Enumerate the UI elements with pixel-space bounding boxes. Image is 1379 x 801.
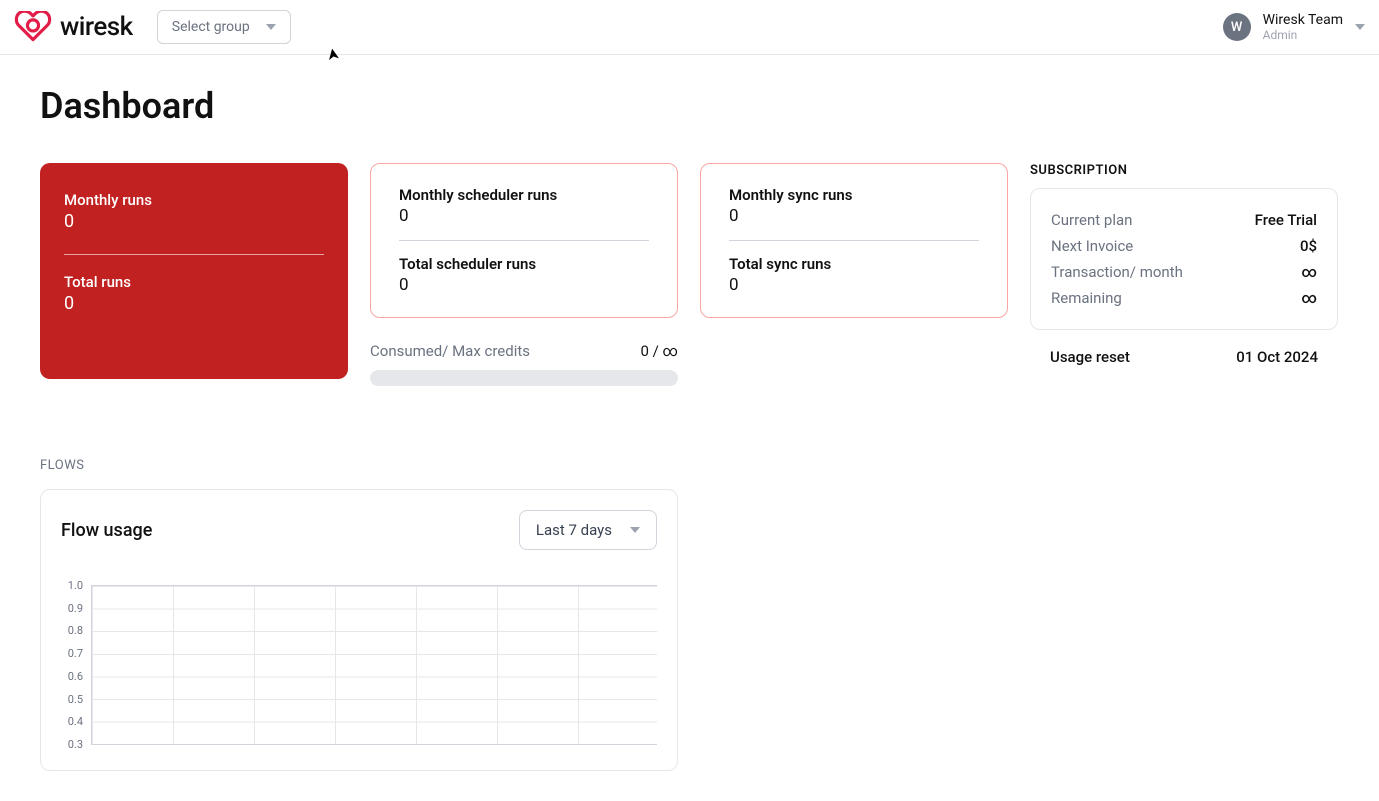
chart-grid [91,585,657,745]
chevron-down-icon [630,527,640,533]
y-axis-ticks: 1.0 0.9 0.8 0.7 0.6 0.5 0.4 0.3 [61,580,83,750]
y-tick: 0.5 [61,694,83,705]
page-title: Dashboard [40,85,1339,127]
monthly-sync-label: Monthly sync runs [729,186,979,204]
credits-progress [370,370,678,386]
flows-section-title: FLOWS [40,458,1339,473]
usage-reset-label: Usage reset [1050,348,1130,366]
credits-row: Consumed/ Max credits 0 / ∞ [370,342,678,360]
sub-row-tx: Transaction/ month ∞ [1051,259,1317,285]
logo[interactable]: wiresk [14,11,133,43]
monthly-sync-value: 0 [729,206,979,226]
flow-header: Flow usage Last 7 days [61,510,657,550]
divider [64,254,324,255]
remaining-value: ∞ [1301,289,1317,307]
group-selector[interactable]: Select group [157,10,291,44]
monthly-runs-label: Monthly runs [64,191,324,209]
chevron-down-icon [1355,24,1365,30]
y-tick: 0.8 [61,625,83,636]
avatar: W [1223,13,1251,41]
tx-label: Transaction/ month [1051,263,1183,281]
total-runs-value: 0 [64,293,324,314]
user-block: Wiresk Team Admin [1263,12,1343,42]
subscription-title: SUBSCRIPTION [1030,163,1338,178]
credits-value: 0 / ∞ [641,342,679,360]
plan-label: Current plan [1051,211,1132,229]
header: wiresk Select group W Wiresk Team Admin [0,0,1379,55]
flow-usage-title: Flow usage [61,520,152,541]
period-selector[interactable]: Last 7 days [519,510,657,550]
credits-label: Consumed/ Max credits [370,342,530,360]
user-name: Wiresk Team [1263,12,1343,28]
tx-value: ∞ [1301,263,1317,281]
monthly-scheduler-value: 0 [399,206,649,226]
scheduler-column: Monthly scheduler runs 0 Total scheduler… [370,163,678,386]
y-tick: 0.6 [61,671,83,682]
content: Dashboard Monthly runs 0 Total runs 0 Mo… [0,55,1379,801]
total-scheduler-label: Total scheduler runs [399,255,649,273]
sync-column: Monthly sync runs 0 Total sync runs 0 [700,163,1008,318]
invoice-label: Next Invoice [1051,237,1133,255]
sub-row-plan: Current plan Free Trial [1051,207,1317,233]
chevron-down-icon [266,24,276,30]
stats-grid: Monthly runs 0 Total runs 0 Monthly sche… [40,163,1339,386]
usage-reset: Usage reset 01 Oct 2024 [1030,348,1338,366]
total-sync-value: 0 [729,275,979,295]
card-scheduler: Monthly scheduler runs 0 Total scheduler… [370,163,678,318]
sub-row-invoice: Next Invoice 0$ [1051,233,1317,259]
y-tick: 1.0 [61,580,83,591]
user-role: Admin [1263,28,1343,42]
flow-usage-card: Flow usage Last 7 days 1.0 0.9 0.8 0.7 0… [40,489,678,771]
subscription-card: Current plan Free Trial Next Invoice 0$ … [1030,188,1338,330]
monthly-runs-value: 0 [64,211,324,232]
usage-reset-value: 01 Oct 2024 [1236,348,1318,366]
remaining-label: Remaining [1051,289,1122,307]
user-menu[interactable]: W Wiresk Team Admin [1223,12,1365,42]
card-sync: Monthly sync runs 0 Total sync runs 0 [700,163,1008,318]
y-tick: 0.3 [61,739,83,750]
total-sync-label: Total sync runs [729,255,979,273]
logo-icon [14,11,52,43]
total-scheduler-value: 0 [399,275,649,295]
y-tick: 0.7 [61,648,83,659]
y-tick: 0.9 [61,603,83,614]
logo-text: wiresk [60,12,133,42]
invoice-value: 0$ [1300,237,1317,255]
divider [729,240,979,241]
monthly-scheduler-label: Monthly scheduler runs [399,186,649,204]
sub-row-remaining: Remaining ∞ [1051,285,1317,311]
plan-value: Free Trial [1255,211,1317,229]
divider [399,240,649,241]
y-tick: 0.4 [61,716,83,727]
subscription-column: SUBSCRIPTION Current plan Free Trial Nex… [1030,163,1338,366]
group-selector-label: Select group [172,19,250,35]
card-runs: Monthly runs 0 Total runs 0 [40,163,348,379]
header-left: wiresk Select group [14,10,291,44]
period-label: Last 7 days [536,521,612,539]
total-runs-label: Total runs [64,273,324,291]
flow-usage-chart: 1.0 0.9 0.8 0.7 0.6 0.5 0.4 0.3 [61,580,657,750]
